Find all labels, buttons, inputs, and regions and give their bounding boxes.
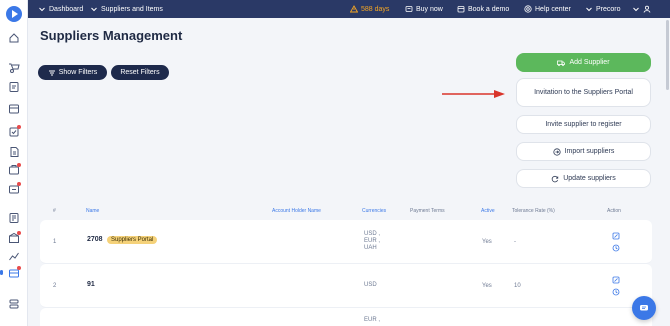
company-name: Precoro: [596, 5, 621, 13]
supplier-name[interactable]: 91: [87, 281, 95, 288]
import-suppliers-label: Import suppliers: [564, 148, 615, 155]
tolerance-rate: -: [514, 239, 516, 245]
active-status: Yes: [482, 283, 492, 289]
chat-icon: [640, 305, 648, 311]
reset-filters-button[interactable]: Reset Filters: [111, 65, 169, 80]
add-supplier-button[interactable]: Add Supplier: [516, 53, 651, 72]
reset-filters-label: Reset Filters: [120, 69, 160, 76]
buy-now-label: Buy now: [416, 5, 443, 13]
help-center-link[interactable]: Help center: [524, 0, 571, 18]
analytics-icon[interactable]: [8, 250, 20, 262]
user-menu[interactable]: [632, 0, 651, 18]
invite-suppliers-portal-label: Invitation to the Suppliers Portal: [534, 89, 633, 96]
update-suppliers-button[interactable]: Update suppliers: [516, 169, 651, 188]
chevron-down-icon: [586, 7, 592, 12]
approval-icon[interactable]: [8, 81, 20, 93]
history-icon[interactable]: [612, 288, 620, 296]
update-suppliers-label: Update suppliers: [563, 175, 616, 182]
col-header-active[interactable]: Active: [481, 208, 495, 214]
row-number: 1: [53, 239, 57, 245]
trial-days-indicator[interactable]: 588 days: [350, 0, 389, 18]
history-icon[interactable]: [612, 244, 620, 252]
currency-uah: UAH: [364, 245, 377, 251]
invite-supplier-register-button[interactable]: Invite supplier to register: [516, 115, 651, 134]
purchase-order-icon[interactable]: [8, 103, 20, 115]
import-icon: [552, 147, 561, 156]
import-suppliers-button[interactable]: Import suppliers: [516, 142, 651, 161]
col-header-currencies[interactable]: Currencies: [362, 208, 386, 214]
row-number: 2: [53, 283, 57, 289]
page-title: Suppliers Management: [40, 28, 183, 43]
inventory-icon[interactable]: [8, 231, 21, 244]
receipt-icon[interactable]: [8, 125, 21, 138]
show-filters-button[interactable]: Show Filters: [38, 65, 107, 80]
left-sidebar: [0, 0, 28, 326]
col-header-tolerance: Tolerance Rate (%): [512, 208, 555, 214]
cart-icon: [405, 6, 413, 12]
help-circle-icon: [524, 5, 532, 13]
supplier-name[interactable]: 2708: [87, 236, 103, 243]
book-demo-link[interactable]: Book a demo: [457, 0, 509, 18]
suppliers-portal-badge: Suppliers Portal: [107, 236, 158, 244]
book-demo-label: Book a demo: [468, 5, 510, 13]
col-header-action: Action: [607, 208, 621, 214]
chat-support-button[interactable]: [632, 296, 656, 320]
col-header-account-holder[interactable]: Account Holder Name: [272, 208, 321, 214]
invite-supplier-register-label: Invite supplier to register: [545, 121, 622, 128]
calendar-icon: [457, 6, 465, 13]
active-status: Yes: [482, 239, 492, 245]
payment-icon[interactable]: [8, 163, 21, 176]
currency-usd: USD: [364, 282, 377, 288]
add-supplier-label: Add Supplier: [569, 59, 610, 66]
precoro-logo-icon[interactable]: [6, 6, 22, 22]
chevron-down-icon: [91, 7, 97, 12]
user-icon: [643, 5, 651, 13]
budget-icon[interactable]: [8, 212, 20, 224]
invite-suppliers-portal-button[interactable]: Invitation to the Suppliers Portal: [516, 78, 651, 107]
currency-usd: USD ,: [364, 231, 381, 237]
company-switcher[interactable]: Precoro: [585, 0, 621, 18]
currency-eur: EUR ,: [364, 238, 381, 244]
trial-days-text: 588 days: [361, 5, 390, 13]
red-arrow-annotation: [442, 90, 505, 98]
chevron-down-icon: [633, 7, 639, 12]
table-row[interactable]: EUR ,: [40, 308, 652, 326]
suppliers-icon[interactable]: [8, 266, 21, 279]
purchase-requisition-icon[interactable]: [8, 62, 20, 74]
edit-icon[interactable]: [612, 276, 620, 284]
edit-icon[interactable]: [612, 232, 620, 240]
breadcrumb-dashboard-label: Dashboard: [49, 5, 84, 13]
truck-icon: [557, 60, 566, 66]
warning-icon: [350, 5, 358, 13]
breadcrumb-suppliers-label: Suppliers and Items: [101, 5, 163, 13]
help-center-label: Help center: [535, 5, 571, 13]
show-filters-label: Show Filters: [58, 69, 98, 76]
home-icon[interactable]: [8, 32, 20, 44]
tolerance-rate: 10: [514, 283, 521, 289]
col-header-payment-terms: Payment Terms: [410, 208, 445, 214]
table-row[interactable]: 1 2708 Suppliers Portal USD , EUR , UAH …: [40, 220, 652, 264]
page-scrollbar[interactable]: [666, 20, 669, 90]
currency-eur: EUR ,: [364, 317, 381, 323]
expense-icon[interactable]: [8, 182, 21, 195]
table-row[interactable]: 2 91 USD Yes 10: [40, 264, 652, 308]
breadcrumb-dashboard[interactable]: Dashboard: [38, 0, 83, 18]
database-icon[interactable]: [8, 298, 20, 310]
filter-icon: [48, 70, 55, 75]
active-nav-marker: [0, 270, 3, 275]
chevron-down-icon: [39, 7, 45, 12]
col-header-number: #: [53, 208, 56, 214]
invoice-icon[interactable]: [8, 146, 20, 158]
refresh-icon: [551, 175, 559, 182]
top-navigation-bar: Dashboard Suppliers and Items 588 days B…: [28, 0, 670, 18]
col-header-name[interactable]: Name: [86, 208, 99, 214]
buy-now-link[interactable]: Buy now: [405, 0, 443, 18]
breadcrumb-suppliers-and-items[interactable]: Suppliers and Items: [90, 0, 163, 18]
